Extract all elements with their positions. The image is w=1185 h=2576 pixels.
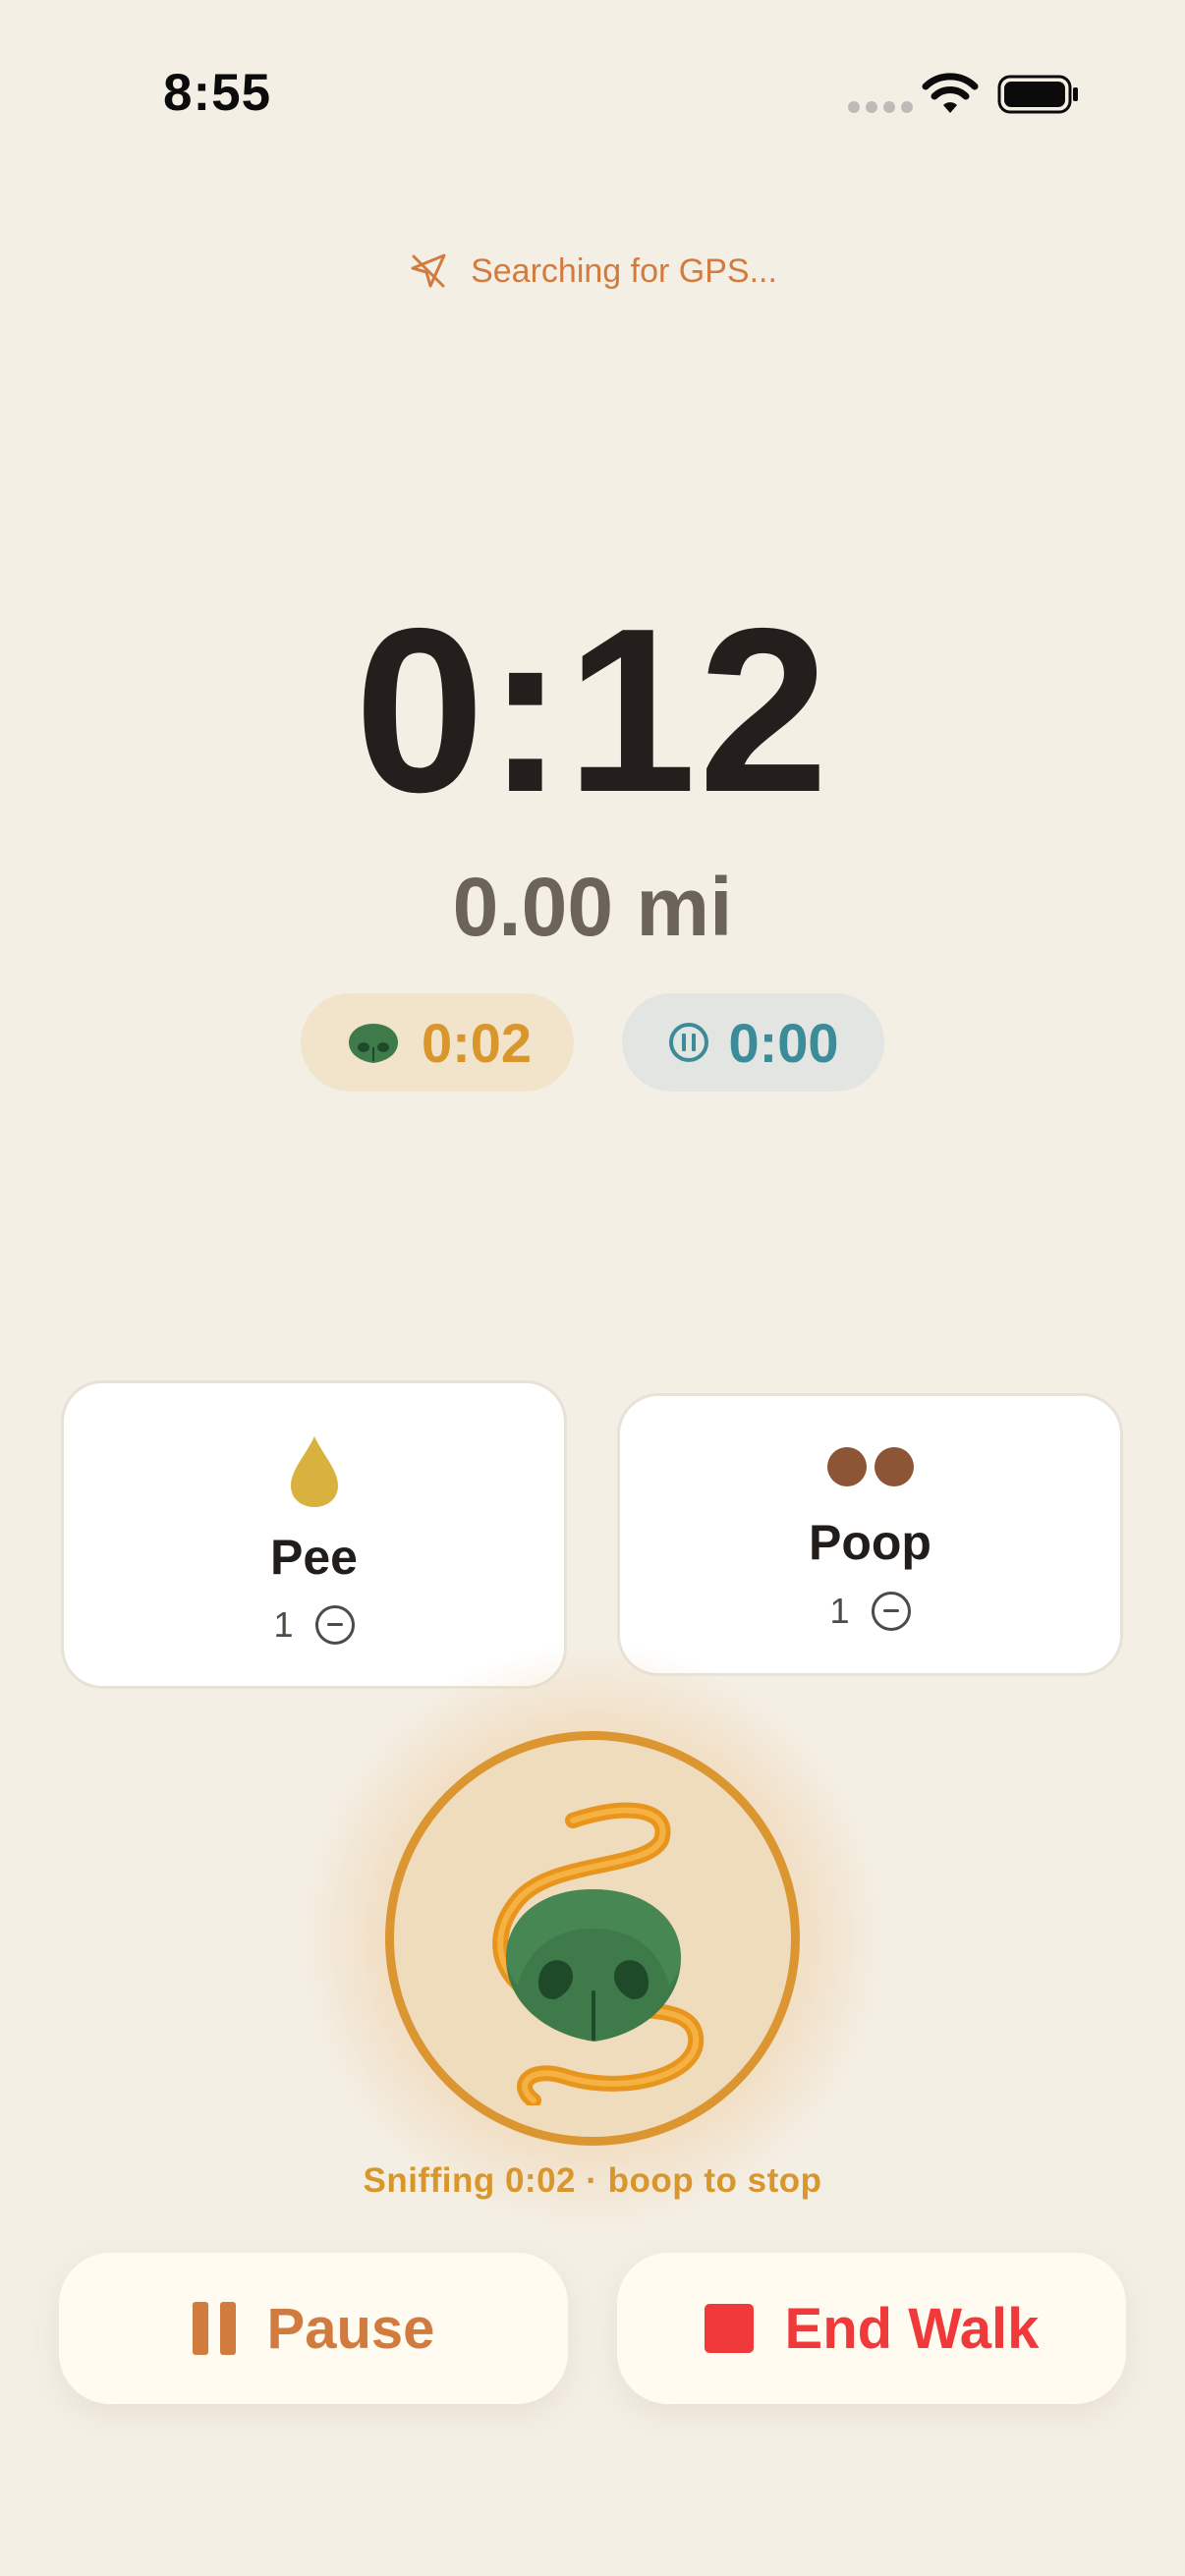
stop-icon bbox=[704, 2304, 754, 2353]
poop-counter-card[interactable]: Poop 1 bbox=[617, 1393, 1123, 1676]
pee-label: Pee bbox=[270, 1530, 358, 1585]
pee-count: 1 bbox=[273, 1604, 294, 1645]
poop-decrement-button[interactable] bbox=[871, 1592, 911, 1631]
gps-status-text: Searching for GPS... bbox=[471, 252, 777, 290]
end-walk-button[interactable]: End Walk bbox=[617, 2253, 1126, 2404]
gps-status: Searching for GPS... bbox=[0, 251, 1185, 292]
sniff-caption: Sniffing 0:02 · boop to stop bbox=[363, 2161, 822, 2200]
poop-label: Poop bbox=[809, 1515, 931, 1570]
dog-nose-icon bbox=[348, 1024, 398, 1063]
end-walk-button-label: End Walk bbox=[784, 2296, 1040, 2361]
dog-nose-icon bbox=[492, 1802, 705, 2105]
wifi-icon bbox=[922, 73, 979, 113]
distance-readout: 0.00 mi bbox=[452, 861, 733, 953]
status-time: 8:55 bbox=[163, 64, 272, 122]
pause-icon bbox=[192, 2302, 236, 2355]
battery-icon bbox=[997, 75, 1078, 114]
sniff-time-value: 0:02 bbox=[421, 1011, 533, 1074]
pause-circle-icon bbox=[669, 1023, 709, 1062]
sniff-time-pill: 0:02 bbox=[301, 993, 574, 1092]
pause-button-label: Pause bbox=[266, 2296, 435, 2361]
pause-time-value: 0:00 bbox=[728, 1011, 839, 1074]
pee-counter-card[interactable]: Pee 1 bbox=[61, 1380, 567, 1689]
sniff-toggle-button[interactable] bbox=[385, 1731, 800, 2146]
pee-decrement-button[interactable] bbox=[314, 1605, 355, 1645]
poop-dots-icon bbox=[826, 1447, 914, 1486]
droplet-icon bbox=[290, 1436, 338, 1507]
location-arrow-icon bbox=[411, 253, 446, 288]
elapsed-timer: 0:12 bbox=[354, 581, 831, 841]
pause-button[interactable]: Pause bbox=[59, 2253, 568, 2404]
cellular-signal-icon bbox=[848, 101, 913, 113]
pause-time-pill: 0:00 bbox=[622, 993, 884, 1092]
poop-count: 1 bbox=[829, 1591, 850, 1631]
